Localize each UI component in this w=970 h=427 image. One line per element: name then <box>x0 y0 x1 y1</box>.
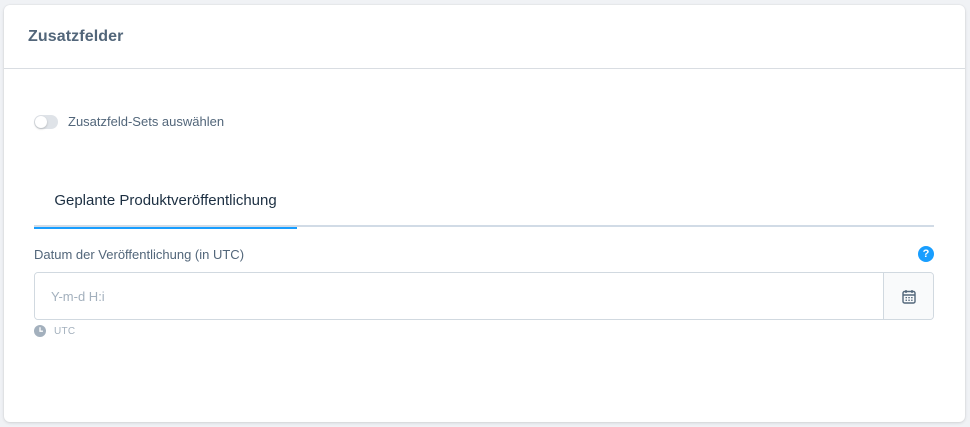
card-header: Zusatzfelder <box>4 5 965 69</box>
calendar-icon <box>901 289 916 304</box>
custom-field-sets-switch[interactable] <box>34 114 58 129</box>
switch-knob <box>35 115 47 128</box>
publication-date-label-row: Datum der Veröffentlichung (in UTC) ? <box>34 246 934 262</box>
publication-date-input-group <box>34 272 934 320</box>
custom-field-set-tabs: Geplante Produktveröffentlichung <box>34 173 934 229</box>
card-title: Zusatzfelder <box>28 27 124 45</box>
tab-scheduled-product-publication[interactable]: Geplante Produktveröffentlichung <box>34 173 297 229</box>
custom-field-sets-label[interactable]: Zusatzfeld-Sets auswählen <box>68 114 224 129</box>
timezone-hint: UTC <box>34 325 75 337</box>
clock-icon <box>34 325 46 337</box>
question-circle-icon[interactable]: ? <box>918 246 934 262</box>
custom-fields-card: Zusatzfelder Zusatzfeld-Sets auswählen G… <box>4 5 965 422</box>
publication-date-input[interactable] <box>35 273 883 319</box>
timezone-hint-text: UTC <box>54 325 76 337</box>
active-tab-indicator <box>34 227 297 229</box>
publication-date-label: Datum der Veröffentlichung (in UTC) <box>34 246 245 262</box>
tab-label: Geplante Produktveröffentlichung <box>54 191 277 209</box>
calendar-button[interactable] <box>883 273 933 319</box>
custom-field-sets-toggle-row: Zusatzfeld-Sets auswählen <box>34 114 224 129</box>
